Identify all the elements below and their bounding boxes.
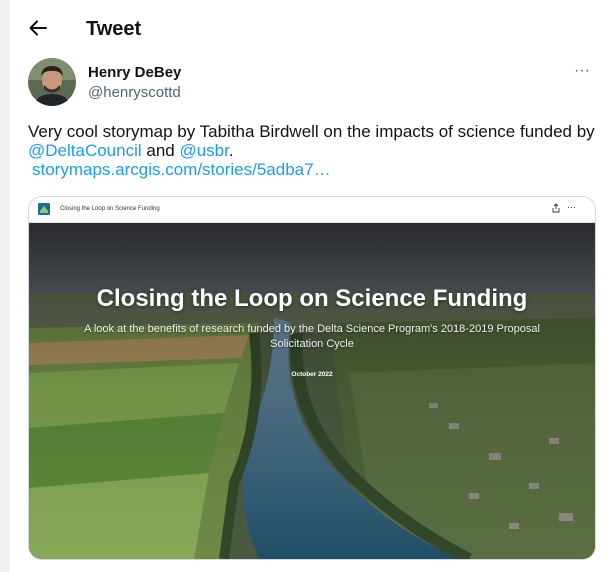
media-card[interactable]: Closing the Loop on Science Funding ··· (28, 196, 596, 560)
storymap-more-icon: ··· (567, 202, 576, 212)
back-button[interactable] (26, 16, 50, 40)
mention-deltacouncil[interactable]: @DeltaCouncil (28, 141, 142, 160)
more-options-button[interactable]: ··· (572, 62, 592, 84)
tweet-link[interactable]: storymaps.arcgis.com/stories/5adba7… (32, 160, 331, 179)
mention-usbr[interactable]: @usbr (179, 141, 228, 160)
storymap-logo-icon (38, 203, 50, 215)
page-header: Tweet (10, 0, 610, 56)
tweet-page: Tweet Henry DeBey @henryscottd ··· Very … (10, 0, 610, 572)
tweet-text: Very cool storymap by Tabitha Birdwell o… (28, 122, 602, 179)
tweet-text-part: Very cool storymap by Tabitha Birdwell o… (28, 122, 595, 141)
author-name[interactable]: Henry DeBey (88, 64, 181, 82)
storymap-date: October 2022 (291, 371, 333, 378)
tweet-text-and: and (141, 141, 180, 160)
arrow-left-icon (29, 20, 47, 36)
tweet-text-period: . (228, 141, 234, 160)
page-title: Tweet (86, 18, 142, 40)
storymap-title: Closing the Loop on Science Funding (96, 285, 528, 312)
share-icon (552, 203, 560, 213)
storymap-header-bar: Closing the Loop on Science Funding ··· (29, 197, 595, 223)
more-horizontal-icon: ··· (574, 62, 590, 79)
storymap-subtitle: A look at the benefits of research funde… (84, 323, 540, 350)
avatar[interactable] (28, 58, 76, 106)
aerial-river-photo (29, 223, 595, 559)
author-handle[interactable]: @henryscottd (88, 84, 181, 102)
storymap-bar-title: Closing the Loop on Science Funding (60, 206, 160, 212)
